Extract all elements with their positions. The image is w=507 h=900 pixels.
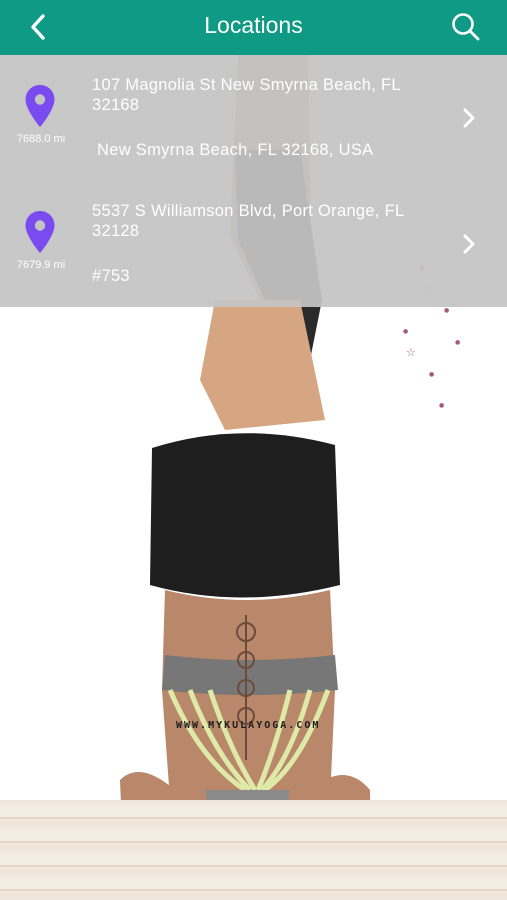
search-icon: [452, 13, 480, 41]
star-icon: ●: [439, 402, 445, 409]
location-row[interactable]: 7679.9 mi 5537 S Williamson Blvd, Port O…: [0, 181, 507, 307]
location-distance: 7679.9 mi: [16, 259, 66, 271]
chevron-right-icon: [463, 234, 475, 254]
location-detail: New Smyrna Beach, FL 32168, USA: [97, 141, 374, 159]
star-icon: ●: [455, 339, 461, 346]
wooden-floor: [0, 800, 507, 900]
star-icon: ☆: [406, 346, 416, 359]
star-icon: ●: [429, 371, 435, 378]
app-header: Locations: [0, 0, 507, 55]
photo-watermark: WWW.MYKULAYOGA.COM: [176, 720, 321, 731]
location-detail: #753: [92, 267, 130, 285]
chevron-right-icon: [463, 108, 475, 128]
map-pin-icon: [25, 211, 55, 253]
star-icon: ●: [403, 328, 409, 335]
map-pin-icon: [25, 85, 55, 127]
search-button[interactable]: [449, 10, 483, 44]
page-title: Locations: [204, 12, 303, 38]
location-distance: 7688.0 mi: [16, 133, 66, 145]
location-address: 107 Magnolia St New Smyrna Beach, FL 321…: [92, 76, 401, 114]
star-icon: ●: [444, 307, 450, 314]
location-address: 5537 S Williamson Blvd, Port Orange, FL …: [92, 202, 404, 240]
location-row[interactable]: 7688.0 mi 107 Magnolia St New Smyrna Bea…: [0, 55, 507, 181]
locations-list: 7688.0 mi 107 Magnolia St New Smyrna Bea…: [0, 55, 507, 307]
